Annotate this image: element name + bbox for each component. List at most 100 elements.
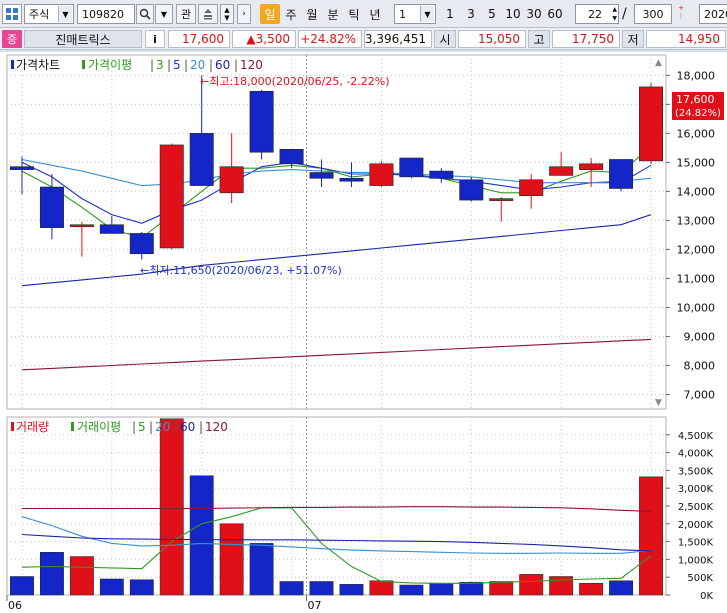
period-tab[interactable]: 일: [260, 4, 280, 24]
legend-period: 3: [156, 58, 164, 72]
period-tab[interactable]: 주: [281, 4, 301, 24]
candle-body: [459, 179, 484, 201]
y-tick-label: 10,000: [677, 301, 716, 314]
volume-y-axis: 0K 500K 1,000K 1,500K 2,000K 2,500K 3,000K 3,50…: [666, 431, 713, 602]
volume-bar: [489, 581, 514, 596]
count-input[interactable]: 22 ▲ ▼: [575, 4, 619, 24]
candle-body: [279, 149, 304, 165]
low-price: 14,950: [646, 30, 726, 48]
total-adjust[interactable]: + ⋮: [674, 4, 688, 24]
market-type-value: 주식: [29, 8, 50, 21]
interval-select[interactable]: 1 ▼: [394, 4, 436, 24]
info-button[interactable]: i: [145, 30, 165, 48]
total-value: 300: [642, 7, 664, 21]
grid-icon: [6, 8, 18, 20]
open-price: 15,050: [458, 30, 526, 48]
volume-bar: [429, 583, 454, 596]
interval-preset-button[interactable]: 10: [503, 4, 523, 24]
interval-preset-button[interactable]: 60: [545, 4, 565, 24]
legend-period: 120: [205, 420, 228, 434]
price-panel[interactable]: 7,000 8,000 9,000 10,000 11,000 12,000 13,000 1…: [6, 54, 724, 410]
legend-separator: |: [199, 420, 203, 434]
legend-separator: |: [209, 58, 213, 72]
chevron-down-icon: ▼: [160, 9, 168, 19]
candle-body: [69, 224, 94, 228]
separator-slash: /: [622, 6, 627, 22]
y-tick-label: 16,000: [677, 127, 716, 140]
y-tick-label: 1,000K: [678, 555, 714, 566]
nav-button[interactable]: ›: [237, 4, 251, 24]
scroll-up-icon[interactable]: ▲: [655, 58, 662, 68]
stock-name[interactable]: 진매트릭스: [24, 30, 142, 48]
volume-bar: [339, 584, 364, 596]
candle-body: [39, 186, 64, 228]
interval-preset-button[interactable]: 3: [461, 4, 481, 24]
candle-body: [339, 178, 364, 182]
stock-code-input[interactable]: 109820: [77, 4, 135, 24]
legend-marker: [82, 60, 85, 69]
y-tick-label: 13,000: [677, 214, 716, 227]
search-button[interactable]: [136, 4, 154, 24]
price-ma-label: 가격이평: [88, 58, 132, 72]
candle-body: [609, 159, 634, 189]
y-tick-label: 0K: [700, 591, 713, 602]
favorites-button[interactable]: 관: [176, 4, 196, 24]
period-tab[interactable]: 월: [302, 4, 322, 24]
candle-body: [519, 179, 544, 197]
volume-bar: [159, 418, 184, 596]
volume-panel-title: 거래량: [16, 420, 49, 434]
stock-chart[interactable]: 7,000 8,000 9,000 10,000 11,000 12,000 13,000 1…: [0, 52, 727, 613]
arrow-up-icon[interactable]: ▲: [224, 6, 229, 14]
plus-icon[interactable]: +: [678, 4, 684, 12]
candle-body: [99, 224, 124, 234]
volume-bar: [219, 523, 244, 596]
market-type-select[interactable]: 주식 ▼: [24, 4, 74, 24]
total-input[interactable]: 300: [634, 4, 672, 24]
volume-bar: [309, 581, 334, 596]
legend-separator: |: [234, 58, 238, 72]
y-tick-label: 2,500K: [678, 502, 714, 513]
stock-stepper[interactable]: ▲ ▼: [220, 4, 234, 24]
low-label: 저: [622, 30, 644, 48]
low-annotation: ←최저:11,650(2020/06/23, +51.07%): [140, 264, 342, 277]
chart-area[interactable]: 7,000 8,000 9,000 10,000 11,000 12,000 13,000 1…: [0, 52, 727, 613]
period-tab[interactable]: 분: [323, 4, 343, 24]
refresh-button[interactable]: [198, 4, 218, 24]
scroll-down-icon[interactable]: ▼: [655, 398, 662, 408]
candle-body: [579, 163, 604, 170]
legend-period: 120: [240, 58, 263, 72]
count-spinner[interactable]: ▲ ▼: [612, 5, 617, 23]
volume-bar: [399, 584, 424, 596]
y-tick-label: 4,000K: [678, 449, 714, 460]
y-tick-label: 18,000: [677, 69, 716, 82]
interval-preset-button[interactable]: 5: [482, 4, 502, 24]
period-tab[interactable]: 틱: [344, 4, 364, 24]
candle-body: [309, 172, 334, 179]
period-tab[interactable]: 년: [365, 4, 385, 24]
interval-preset-button[interactable]: 1: [440, 4, 460, 24]
y-tick-label: 1,500K: [678, 538, 714, 549]
price-panel-title: 가격차트: [16, 58, 60, 72]
x-tick-label: 06: [8, 599, 22, 612]
dots-icon[interactable]: ⋮: [678, 12, 685, 20]
count-value: 22: [588, 7, 602, 21]
stock-badge: 증: [2, 30, 22, 48]
x-axis: 06 07: [6, 595, 322, 612]
volume-bar: [39, 552, 64, 596]
volume-bar: [639, 476, 663, 596]
volume-bar: [519, 574, 544, 596]
menu-grid-icon[interactable]: [2, 4, 22, 24]
arrow-up-icon[interactable]: ▲: [612, 5, 617, 14]
volume-bar: [369, 580, 394, 596]
y-tick-label: 14,000: [677, 185, 716, 198]
y-tick-label: 2,000K: [678, 520, 714, 531]
search-icon: [139, 8, 151, 20]
candle-body: [429, 170, 454, 179]
date-input[interactable]: 2020: [699, 4, 727, 24]
volume-bar: [249, 543, 274, 596]
volume-panel[interactable]: 0K 500K 1,000K 1,500K 2,000K 2,500K 3,000K 3,50…: [6, 416, 713, 602]
interval-preset-button[interactable]: 30: [524, 4, 544, 24]
history-button[interactable]: ▼: [155, 4, 173, 24]
arrow-down-icon[interactable]: ▼: [224, 14, 229, 22]
arrow-down-icon[interactable]: ▼: [612, 14, 617, 23]
